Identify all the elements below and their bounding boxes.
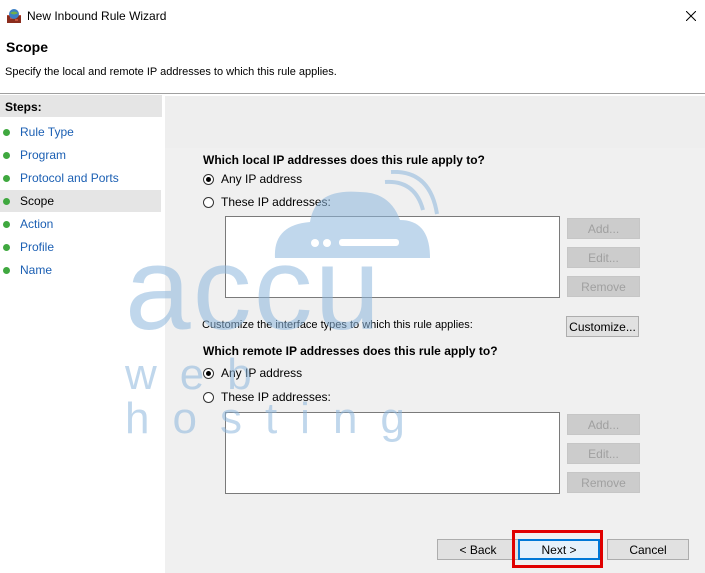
- step-label: Scope: [20, 194, 55, 208]
- step-complete-icon: [3, 129, 10, 136]
- local-ip-list[interactable]: [225, 216, 560, 298]
- step-program[interactable]: Program: [0, 144, 161, 166]
- radio-unselected-icon: [203, 391, 214, 403]
- step-protocol-and-ports[interactable]: Protocol and Ports: [0, 167, 161, 189]
- close-icon: [685, 11, 696, 21]
- steps-label: Steps:: [5, 100, 42, 114]
- step-scope[interactable]: Scope: [0, 190, 161, 212]
- cancel-button[interactable]: Cancel: [607, 539, 689, 560]
- step-current-icon: [3, 198, 10, 205]
- radio-unselected-icon: [203, 196, 214, 208]
- local-remove-button[interactable]: Remove: [567, 276, 640, 297]
- step-action[interactable]: Action: [0, 213, 161, 235]
- local-these-ip-radio[interactable]: These IP addresses:: [203, 194, 331, 210]
- step-label: Protocol and Ports: [20, 171, 119, 185]
- step-pending-icon: [3, 221, 10, 228]
- interface-types-text: Customize the interface types to which t…: [202, 319, 473, 331]
- step-label: Name: [20, 263, 53, 277]
- step-name[interactable]: Name: [0, 259, 161, 281]
- content-top-area: [165, 96, 705, 148]
- window-title: New Inbound Rule Wizard: [27, 9, 167, 23]
- page-description: Specify the local and remote IP addresse…: [5, 66, 337, 78]
- step-label: Action: [20, 217, 54, 231]
- radio-label: Any IP address: [221, 172, 303, 186]
- remote-remove-button[interactable]: Remove: [567, 472, 640, 493]
- step-label: Profile: [20, 240, 55, 254]
- step-label: Rule Type: [20, 125, 74, 139]
- step-pending-icon: [3, 267, 10, 274]
- local-any-ip-radio[interactable]: Any IP address: [203, 171, 302, 187]
- back-button[interactable]: < Back: [437, 539, 519, 560]
- remote-ip-list[interactable]: [225, 412, 560, 494]
- step-rule-type[interactable]: Rule Type: [0, 121, 161, 143]
- local-ip-question: Which local IP addresses does this rule …: [203, 153, 485, 167]
- step-pending-icon: [3, 244, 10, 251]
- next-button-highlight: [512, 530, 603, 568]
- radio-label: These IP addresses:: [221, 195, 331, 209]
- page-title: Scope: [6, 39, 49, 55]
- step-complete-icon: [3, 175, 10, 182]
- step-profile[interactable]: Profile: [0, 236, 161, 258]
- radio-label: Any IP address: [221, 366, 303, 380]
- radio-selected-icon: [203, 367, 214, 379]
- radio-label: These IP addresses:: [221, 390, 331, 404]
- radio-selected-icon: [203, 173, 214, 185]
- close-button[interactable]: [676, 0, 705, 32]
- remote-any-ip-radio[interactable]: Any IP address: [203, 365, 302, 381]
- local-add-button[interactable]: Add...: [567, 218, 640, 239]
- remote-edit-button[interactable]: Edit...: [567, 443, 640, 464]
- remote-ip-question: Which remote IP addresses does this rule…: [203, 344, 498, 358]
- step-label: Program: [20, 148, 67, 162]
- firewall-icon: [6, 8, 22, 24]
- remote-these-ip-radio[interactable]: These IP addresses:: [203, 389, 331, 405]
- customize-button[interactable]: Customize...: [566, 316, 639, 337]
- local-edit-button[interactable]: Edit...: [567, 247, 640, 268]
- remote-add-button[interactable]: Add...: [567, 414, 640, 435]
- step-complete-icon: [3, 152, 10, 159]
